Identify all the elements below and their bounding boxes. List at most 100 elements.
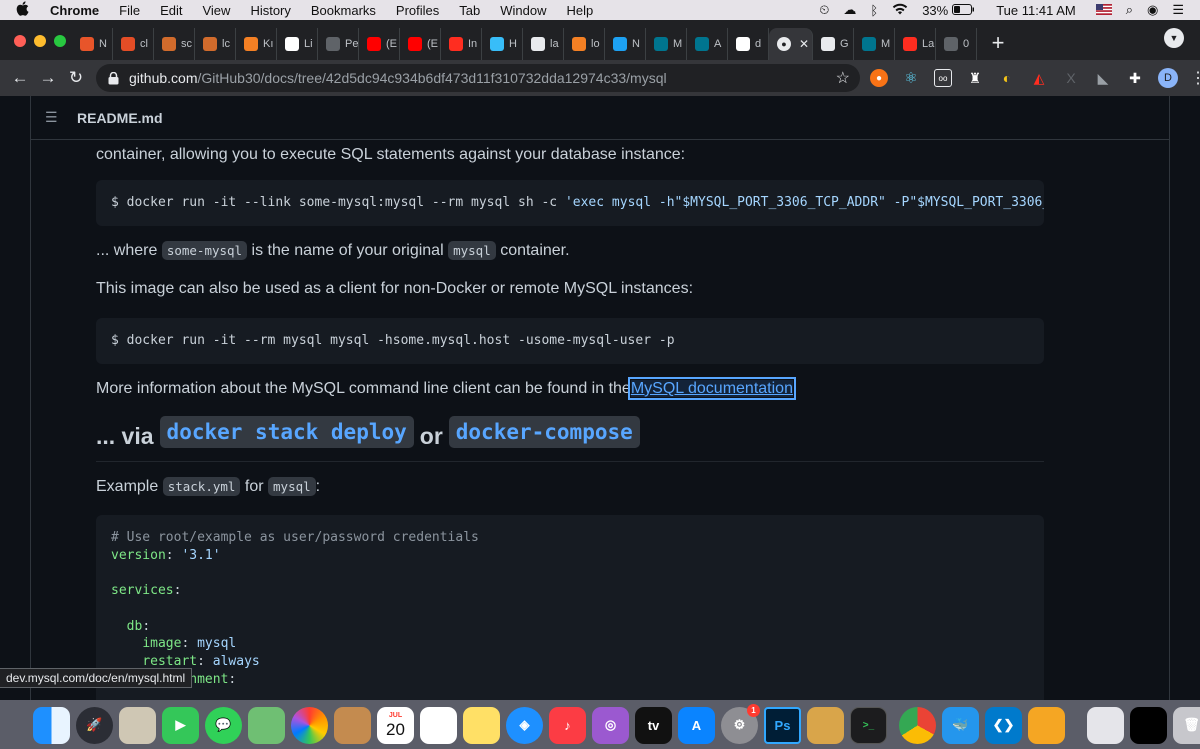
tab[interactable]: Pe — [318, 28, 359, 60]
tab-active-github[interactable]: ● ✕ — [769, 28, 813, 60]
chrome-icon[interactable] — [899, 706, 936, 744]
menu-app-name[interactable]: Chrome — [50, 3, 99, 18]
menu-window[interactable]: Window — [500, 3, 546, 18]
menu-profiles[interactable]: Profiles — [396, 3, 439, 18]
tab[interactable]: cl — [113, 28, 154, 60]
user-account-icon[interactable]: ◉ — [1147, 2, 1158, 18]
photos-icon[interactable] — [291, 706, 328, 744]
address-bar[interactable]: github.com/GitHub30/docs/tree/42d5dc94c9… — [96, 64, 860, 92]
battery-percent[interactable]: 33% — [922, 3, 948, 18]
react-devtools-icon[interactable]: ⚛ — [902, 69, 920, 87]
tab[interactable]: N — [605, 28, 646, 60]
launchpad-icon[interactable]: 🚀 — [76, 706, 113, 744]
tab[interactable]: (E — [359, 28, 400, 60]
wifi-icon[interactable] — [892, 3, 908, 18]
tab[interactable]: N — [72, 28, 113, 60]
us-flag-icon[interactable] — [1095, 3, 1112, 18]
app-icon[interactable] — [1028, 706, 1065, 744]
tab[interactable]: (E — [400, 28, 441, 60]
messages-icon[interactable]: 💬 — [205, 706, 242, 744]
facetime-icon[interactable]: ▶ — [162, 706, 199, 744]
maps-icon[interactable] — [248, 706, 285, 744]
terminal-icon[interactable]: >_ — [850, 706, 887, 744]
system-preferences-icon[interactable]: ⚙ 1 — [721, 703, 760, 744]
tab[interactable]: H — [482, 28, 523, 60]
bookmark-star-icon[interactable]: ☆ — [836, 68, 850, 88]
menu-help[interactable]: Help — [567, 3, 594, 18]
preview-icon[interactable] — [119, 706, 156, 744]
trash-icon[interactable]: 🗑 — [1173, 706, 1200, 744]
tab[interactable]: Kı — [236, 28, 277, 60]
recent-window-icon[interactable] — [1130, 706, 1167, 744]
close-tab-button[interactable]: ✕ — [799, 37, 809, 51]
extension-icon[interactable]: X — [1062, 69, 1080, 87]
battery-icon[interactable] — [952, 3, 975, 18]
tab[interactable]: 0 — [936, 28, 977, 60]
tab[interactable]: lo — [564, 28, 605, 60]
bluetooth-icon[interactable]: ᛒ — [870, 3, 878, 18]
cloud-icon[interactable]: ☁ — [843, 2, 856, 18]
archive-utility-icon[interactable] — [807, 706, 844, 744]
apple-icon[interactable] — [16, 1, 36, 19]
tab[interactable]: la — [523, 28, 564, 60]
menu-file[interactable]: File — [119, 3, 140, 18]
extension-icon[interactable]: ♜ — [966, 69, 984, 87]
calendar-icon[interactable]: JUL 20 — [377, 706, 414, 744]
safari-icon[interactable]: ◈ — [506, 706, 543, 744]
close-window-button[interactable] — [14, 35, 26, 47]
menu-edit[interactable]: Edit — [160, 3, 182, 18]
contacts-icon[interactable] — [334, 706, 371, 744]
spotlight-search-icon[interactable]: ⌕ — [1126, 2, 1133, 18]
zoom-window-button[interactable] — [54, 35, 66, 47]
control-center-icon[interactable]: ☰ — [1172, 2, 1184, 18]
code-block[interactable]: $ docker run -it --rm mysql mysql -hsome… — [96, 318, 1044, 364]
podcasts-icon[interactable]: ◎ — [592, 706, 629, 744]
app-store-icon[interactable]: A — [678, 706, 715, 744]
tab[interactable]: La — [895, 28, 936, 60]
extensions-puzzle-icon[interactable]: ✚ — [1126, 69, 1144, 87]
tab-search-button[interactable]: ▼ — [1164, 28, 1184, 48]
downloads-folder-icon[interactable] — [1087, 706, 1124, 744]
tab[interactable]: M — [646, 28, 687, 60]
more-menu-icon[interactable]: ⋮ — [1190, 68, 1200, 88]
profile-avatar[interactable]: D — [1158, 68, 1178, 88]
apple-tv-icon[interactable]: tv — [635, 706, 672, 744]
tab[interactable]: A — [687, 28, 728, 60]
tab[interactable]: G — [813, 28, 854, 60]
reminders-icon[interactable] — [420, 706, 457, 744]
yaml-code-block[interactable]: # Use root/example as user/password cred… — [96, 515, 1044, 700]
extension-icon[interactable]: ◐ — [998, 69, 1016, 87]
extension-icon[interactable]: oo — [934, 69, 952, 87]
music-icon[interactable]: ♪ — [549, 706, 586, 744]
clock[interactable]: Tue 11:41 AM — [996, 3, 1076, 18]
back-arrow-icon[interactable]: ← — [6, 68, 34, 88]
laravel-icon[interactable]: ◭ — [1030, 69, 1048, 87]
extension-icon[interactable]: ◣ — [1094, 69, 1112, 87]
tab[interactable]: sc — [154, 28, 195, 60]
tab[interactable]: Li — [277, 28, 318, 60]
minimize-window-button[interactable] — [34, 35, 46, 47]
page-viewport[interactable]: ☰ README.md container, allowing you to e… — [0, 96, 1200, 700]
menu-tab[interactable]: Tab — [459, 3, 480, 18]
notes-icon[interactable] — [463, 706, 500, 744]
extension-icon[interactable]: ● — [870, 69, 888, 87]
mysql-documentation-link[interactable]: MySQL documentation — [627, 377, 796, 400]
timer-icon[interactable]: ⏲ — [819, 2, 829, 18]
new-tab-button[interactable]: + — [983, 28, 1013, 60]
docker-icon[interactable]: 🐳 — [942, 706, 979, 744]
menu-view[interactable]: View — [202, 3, 230, 18]
tab[interactable]: d — [728, 28, 769, 60]
finder-icon[interactable] — [33, 706, 70, 744]
tab[interactable]: lc — [195, 28, 236, 60]
code-block[interactable]: $ docker run -it --link some-mysql:mysql… — [96, 180, 1044, 226]
reload-icon[interactable]: ↻ — [62, 68, 90, 88]
forward-arrow-icon[interactable]: → — [34, 68, 62, 88]
vscode-icon[interactable]: ❮❯ — [985, 706, 1022, 744]
menu-history[interactable]: History — [250, 3, 290, 18]
list-unordered-icon[interactable]: ☰ — [45, 109, 61, 126]
tab[interactable]: M — [854, 28, 895, 60]
tab-title: la — [550, 38, 559, 50]
tab[interactable]: In — [441, 28, 482, 60]
menu-bookmarks[interactable]: Bookmarks — [311, 3, 376, 18]
photoshop-icon[interactable]: Ps — [764, 706, 801, 744]
